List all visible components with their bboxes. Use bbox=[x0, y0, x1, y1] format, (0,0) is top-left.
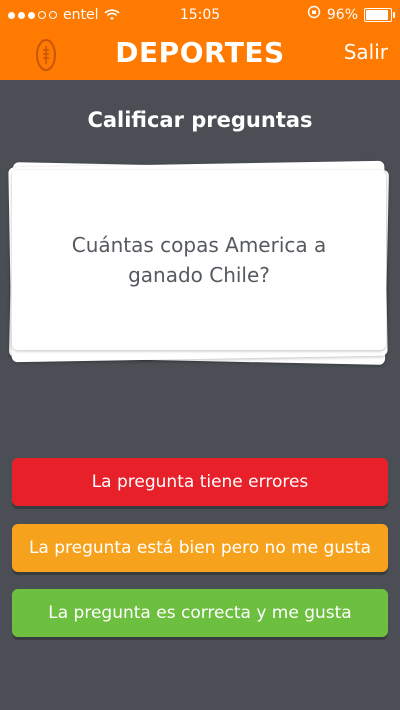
battery-icon bbox=[364, 8, 395, 22]
question-card: Cuántas copas America a ganado Chile? bbox=[12, 170, 386, 350]
top-bar: entel 15:05 96% DEPORTES Salir bbox=[0, 0, 400, 80]
status-bar: entel 15:05 96% bbox=[0, 0, 400, 30]
correct-and-like-button[interactable]: La pregunta es correcta y me gusta bbox=[12, 589, 388, 637]
question-text: Cuántas copas America a ganado Chile? bbox=[71, 233, 327, 287]
question-card-stack: Cuántas copas America a ganado Chile? bbox=[8, 160, 392, 370]
nav-bar: DEPORTES Salir bbox=[0, 30, 400, 80]
ok-but-dislike-button[interactable]: La pregunta está bien pero no me gusta bbox=[12, 524, 388, 572]
page-title: DEPORTES bbox=[115, 36, 285, 69]
battery-percent: 96% bbox=[326, 7, 358, 23]
section-heading: Calificar preguntas bbox=[87, 108, 313, 132]
has-errors-button[interactable]: La pregunta tiene errores bbox=[12, 458, 388, 506]
exit-button[interactable]: Salir bbox=[344, 40, 388, 64]
rotation-lock-icon bbox=[307, 0, 321, 30]
